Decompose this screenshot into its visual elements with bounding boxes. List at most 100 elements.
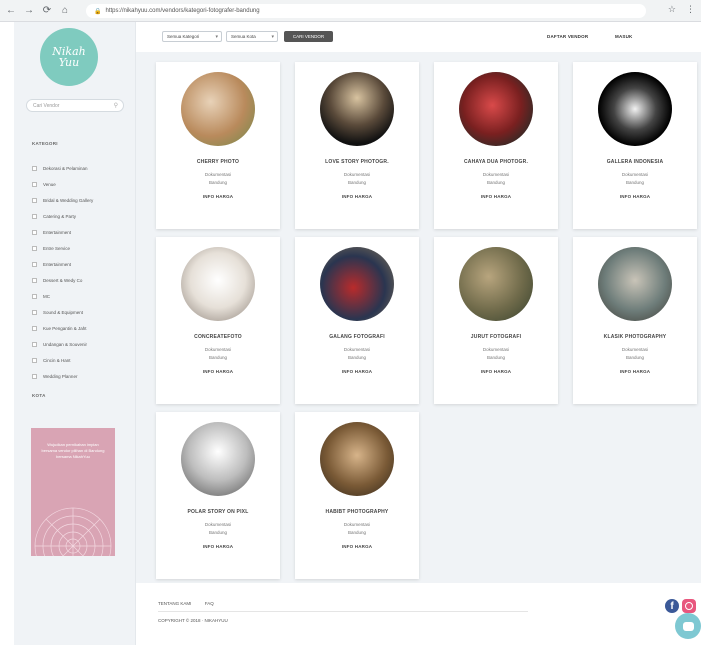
vendor-name[interactable]: GALANG FOTOGRAFI — [295, 334, 419, 340]
vendor-name[interactable]: LOVE STORY PHOTOGR. — [295, 159, 419, 165]
category-select[interactable]: Semua Kategori ▾ — [162, 31, 222, 42]
price-info-link[interactable]: INFO HARGA — [573, 194, 697, 199]
vendor-card[interactable]: CAHAYA DUA PHOTOGR. Dokumentasi Bandung INF… — [434, 62, 558, 229]
city-select[interactable]: Semua Kota ▾ — [226, 31, 278, 42]
price-info-link[interactable]: INFO HARGA — [573, 369, 697, 374]
city-select-value: Semua Kota — [231, 34, 256, 39]
vendor-card[interactable]: LOVE STORY PHOTOGR. Dokumentasi Bandung INF… — [295, 62, 419, 229]
sidebar: Nikah Yuu Cari Vendor ⚲ KATEGORI Dekoras… — [14, 22, 136, 645]
checkbox[interactable] — [32, 341, 37, 347]
vendor-photo[interactable] — [320, 72, 394, 146]
login-link[interactable]: MASUK — [615, 34, 633, 39]
address-bar[interactable]: 🔒 https://nikahyuu.com/vendors/kategori-… — [86, 4, 646, 18]
vendor-card[interactable]: POLAR STORY ON PIXL Dokumentasi Bandung INF… — [156, 412, 280, 579]
checkbox[interactable] — [32, 197, 37, 203]
vendor-photo[interactable] — [320, 247, 394, 321]
chat-button[interactable] — [675, 613, 701, 639]
category-item[interactable]: Kue Pengantin & Jaht — [32, 320, 132, 336]
price-info-link[interactable]: INFO HARGA — [295, 194, 419, 199]
url-text: https://nikahyuu.com/vendors/kategori-fo… — [105, 8, 260, 14]
price-info-link[interactable]: INFO HARGA — [295, 369, 419, 374]
vendor-name[interactable]: KLASIK PHOTOGRAPHY — [573, 334, 697, 340]
vendor-name[interactable]: CONCREATEFOTO — [156, 334, 280, 340]
vendor-name[interactable]: CAHAYA DUA PHOTOGR. — [434, 159, 558, 165]
arrow-right-icon[interactable]: → — [22, 4, 36, 18]
search-icon[interactable]: ⚲ — [114, 102, 118, 109]
price-info-link[interactable]: INFO HARGA — [295, 544, 419, 549]
facebook-icon[interactable]: f — [665, 599, 679, 613]
chevron-down-icon: ▾ — [215, 33, 218, 40]
vendor-photo[interactable] — [598, 72, 672, 146]
vendor-name[interactable]: GALLERA INDONESIA — [573, 159, 697, 165]
promo-banner[interactable]: Wujudkan pernikahan impian bersama vendo… — [31, 428, 115, 556]
category-item[interactable]: Catering & Party — [32, 208, 132, 224]
checkbox[interactable] — [32, 181, 37, 187]
category-item[interactable]: Sound & Equipment — [32, 304, 132, 320]
category-item[interactable]: Dessert & Wedy Co — [32, 272, 132, 288]
vendor-photo[interactable] — [459, 247, 533, 321]
vendor-grid: CHERRY PHOTO Dokumentasi Bandung INFO HARGA… — [136, 52, 701, 583]
category-label: Bridal & Wedding Gallery — [43, 197, 94, 203]
checkbox[interactable] — [32, 325, 37, 331]
star-icon[interactable]: ☆ — [668, 4, 676, 15]
vendor-photo[interactable] — [320, 422, 394, 496]
category-label: MC — [43, 293, 50, 299]
price-info-link[interactable]: INFO HARGA — [156, 194, 280, 199]
checkbox[interactable] — [32, 357, 37, 363]
checkbox[interactable] — [32, 373, 37, 379]
category-item[interactable]: Wedding Planner — [32, 368, 132, 384]
faq-link[interactable]: FAQ — [205, 601, 214, 606]
site-logo[interactable]: Nikah Yuu — [40, 28, 98, 86]
search-vendor-button[interactable]: CARI VENDOR — [284, 31, 333, 42]
category-item[interactable]: MC — [32, 288, 132, 304]
vendor-name[interactable]: HABIBT PHOTOGRAPHY — [295, 509, 419, 515]
register-vendor-link[interactable]: DAFTAR VENDOR — [547, 34, 588, 39]
category-item[interactable]: Entertainment — [32, 256, 132, 272]
category-item[interactable]: Dekorasi & Pelaminan — [32, 160, 132, 176]
price-info-link[interactable]: INFO HARGA — [434, 369, 558, 374]
mandala-ornament — [34, 507, 112, 556]
vendor-card[interactable]: GALANG FOTOGRAFI Dokumentasi Bandung INFO H… — [295, 237, 419, 404]
checkbox[interactable] — [32, 277, 37, 283]
vendor-photo[interactable] — [598, 247, 672, 321]
checkbox[interactable] — [32, 293, 37, 299]
vendor-type: Dokumentasi — [343, 172, 371, 177]
search-input[interactable]: Cari Vendor ⚲ — [26, 99, 124, 112]
checkbox[interactable] — [32, 245, 37, 251]
vendor-photo[interactable] — [181, 422, 255, 496]
category-label: Dessert & Wedy Co — [43, 277, 83, 283]
vendor-card[interactable]: CONCREATEFOTO Dokumentasi Bandung INFO HARG… — [156, 237, 280, 404]
vendor-card[interactable]: KLASIK PHOTOGRAPHY Dokumentasi Bandung INFO… — [573, 237, 697, 404]
checkbox[interactable] — [32, 261, 37, 267]
vendor-city: Bandung — [625, 355, 645, 360]
vendor-card[interactable]: HABIBT PHOTOGRAPHY Dokumentasi Bandung INFO… — [295, 412, 419, 579]
vendor-photo[interactable] — [181, 247, 255, 321]
price-info-link[interactable]: INFO HARGA — [434, 194, 558, 199]
arrow-left-icon[interactable]: ← — [4, 4, 18, 18]
category-item[interactable]: Undangan & Souvenir — [32, 336, 132, 352]
home-icon[interactable]: ⌂ — [58, 4, 72, 18]
reload-icon[interactable]: ⟳ — [40, 4, 54, 18]
instagram-icon[interactable] — [682, 599, 696, 613]
category-item[interactable]: Cincin & Hant — [32, 352, 132, 368]
checkbox[interactable] — [32, 229, 37, 235]
price-info-link[interactable]: INFO HARGA — [156, 544, 280, 549]
category-item[interactable]: Entertainment — [32, 224, 132, 240]
checkbox[interactable] — [32, 213, 37, 219]
category-item[interactable]: Venue — [32, 176, 132, 192]
vendor-photo[interactable] — [181, 72, 255, 146]
vendor-name[interactable]: JURUT FOTOGRAFI — [434, 334, 558, 340]
vendor-card[interactable]: GALLERA INDONESIA Dokumentasi Bandung INFO … — [573, 62, 697, 229]
menu-icon[interactable]: ⋮ — [686, 4, 695, 15]
vendor-name[interactable]: POLAR STORY ON PIXL — [156, 509, 280, 515]
category-item[interactable]: Bridal & Wedding Gallery — [32, 192, 132, 208]
vendor-photo[interactable] — [459, 72, 533, 146]
price-info-link[interactable]: INFO HARGA — [156, 369, 280, 374]
vendor-name[interactable]: CHERRY PHOTO — [156, 159, 280, 165]
vendor-card[interactable]: JURUT FOTOGRAFI Dokumentasi Bandung INFO HA… — [434, 237, 558, 404]
checkbox[interactable] — [32, 165, 37, 171]
category-item[interactable]: Entre Service — [32, 240, 132, 256]
vendor-card[interactable]: CHERRY PHOTO Dokumentasi Bandung INFO HARGA — [156, 62, 280, 229]
checkbox[interactable] — [32, 309, 37, 315]
about-link[interactable]: TENTANG KAMI — [158, 601, 191, 606]
